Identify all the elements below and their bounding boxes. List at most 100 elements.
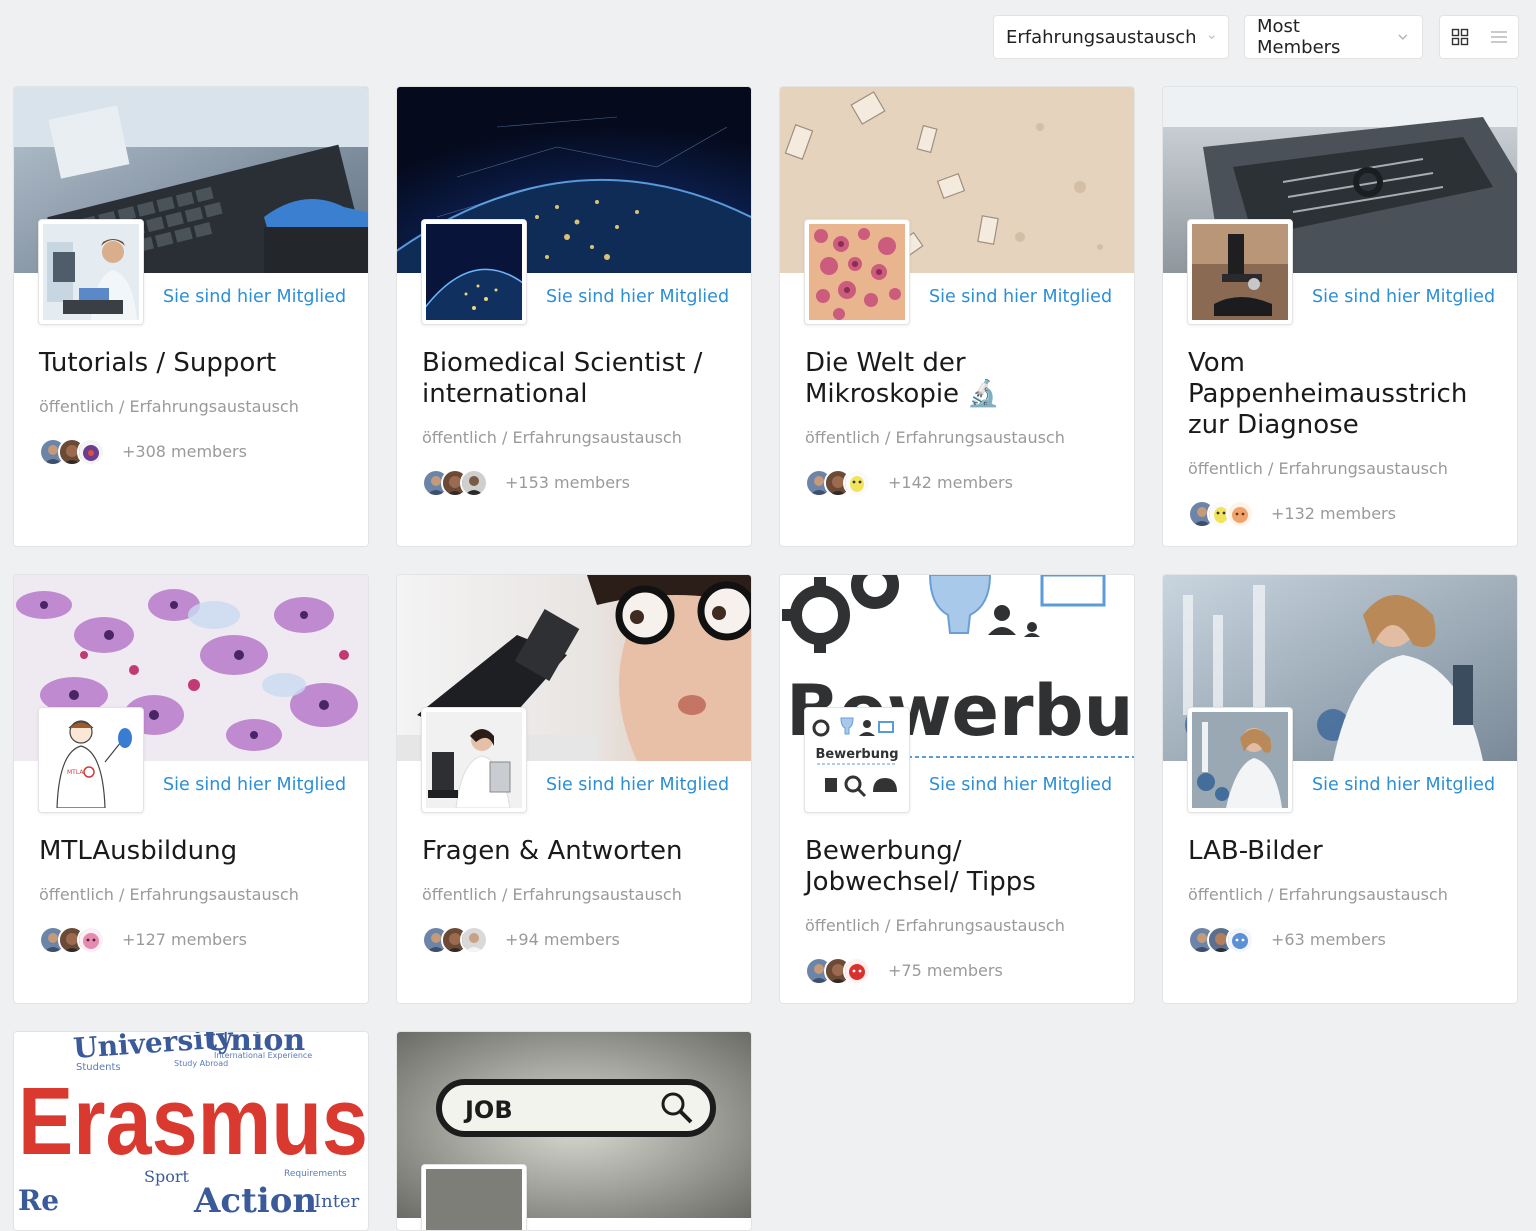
svg-text:MTLA: MTLA [67, 769, 84, 776]
group-title-text[interactable]: Biomedical Scientist / international [422, 348, 702, 409]
member-count: +153 members [505, 473, 630, 492]
group-meta: öffentlich / Erfahrungsaustausch [422, 885, 682, 904]
group-title-text[interactable]: Bewerbung/ Jobwechsel/ Tipps [805, 836, 1036, 897]
view-toggle [1439, 15, 1519, 59]
group-title[interactable]: MTLAusbildung öffentlich / Erfahrungsaus… [39, 836, 349, 955]
group-title-text[interactable]: Tutorials / Support [39, 348, 276, 378]
member-avatars [39, 925, 105, 954]
svg-text:Action: Action [193, 1181, 317, 1218]
group-avatar[interactable] [804, 219, 910, 325]
group-avatar[interactable] [421, 219, 527, 325]
group-filter-bar: Erfahrungsaustausch Most Members [0, 0, 1536, 80]
member-avatar[interactable] [460, 468, 488, 497]
group-members: +308 members [39, 436, 349, 467]
group-members: +153 members [422, 467, 732, 498]
group-card[interactable]: Sie sind hier Mitglied Fragen & Antworte… [396, 574, 752, 1004]
grid-icon [1451, 28, 1468, 46]
member-status-link[interactable]: Sie sind hier Mitglied [929, 287, 1112, 307]
member-count: +308 members [122, 442, 247, 461]
group-avatar[interactable] [421, 1164, 527, 1230]
svg-text:Re: Re [18, 1184, 59, 1217]
grid-view-button[interactable] [1440, 16, 1479, 58]
group-title[interactable]: Die Welt der Mikroskopie 🔬 öffentlich / … [805, 348, 1115, 498]
group-title-text[interactable]: Die Welt der Mikroskopie 🔬 [805, 348, 1000, 409]
group-avatar[interactable] [38, 219, 144, 325]
group-card[interactable]: Sie sind hier Mitglied LAB-Bilder öffent… [1162, 574, 1518, 1004]
group-members: +94 members [422, 924, 732, 955]
group-cover-image[interactable]: University Union Students Study Abroad I… [14, 1032, 368, 1218]
member-count: +127 members [122, 930, 247, 949]
member-avatar[interactable] [843, 468, 871, 497]
list-icon [1490, 31, 1507, 43]
group-avatar[interactable] [1187, 707, 1293, 813]
group-card[interactable]: Sie sind hier Mitglied Die Welt der Mikr… [779, 86, 1135, 547]
svg-text:Sport: Sport [144, 1167, 189, 1186]
group-meta: öffentlich / Erfahrungsaustausch [805, 916, 1065, 935]
member-status-link[interactable]: Sie sind hier Mitglied [163, 287, 346, 307]
cover-text: Erasmus [18, 1068, 368, 1175]
group-title[interactable]: LAB-Bilder öffentlich / Erfahrungsaustau… [1188, 836, 1498, 955]
group-title-text[interactable]: Vom Pappenheimausstrich zur Diagnose [1188, 348, 1467, 440]
group-meta: öffentlich / Erfahrungsaustausch [805, 428, 1065, 447]
cover-text: JOB [463, 1096, 513, 1124]
member-avatars [805, 468, 871, 497]
member-avatar[interactable] [77, 925, 105, 954]
group-card[interactable]: JOB [396, 1031, 752, 1231]
member-status-link[interactable]: Sie sind hier Mitglied [1312, 287, 1495, 307]
group-card[interactable]: Sie sind hier Mitglied Tutorials / Suppo… [13, 86, 369, 547]
member-avatars [39, 437, 105, 466]
group-title[interactable]: Bewerbung/ Jobwechsel/ Tipps öffentlich … [805, 836, 1115, 986]
list-view-button[interactable] [1479, 16, 1518, 58]
member-status-link[interactable]: Sie sind hier Mitglied [546, 287, 729, 307]
member-count: +63 members [1271, 930, 1386, 949]
member-avatars [422, 468, 488, 497]
order-by-dropdown[interactable]: Most Members [1244, 15, 1423, 59]
group-card[interactable]: University Union Students Study Abroad I… [13, 1031, 369, 1231]
group-avatar[interactable]: MTLA [38, 707, 144, 813]
group-meta: öffentlich / Erfahrungsaustausch [1188, 459, 1448, 478]
chevron-down-icon [1398, 34, 1408, 40]
group-meta: öffentlich / Erfahrungsaustausch [422, 428, 682, 447]
member-avatar[interactable] [460, 925, 488, 954]
group-title[interactable]: Vom Pappenheimausstrich zur Diagnose öff… [1188, 348, 1498, 529]
group-avatar[interactable] [421, 707, 527, 813]
member-avatar[interactable] [77, 437, 105, 466]
group-members: +127 members [39, 924, 349, 955]
group-title[interactable]: Fragen & Antworten öffentlich / Erfahrun… [422, 836, 732, 955]
group-title-text[interactable]: MTLAusbildung [39, 836, 237, 866]
group-card[interactable]: Sie sind hier Mitglied Biomedical Scient… [396, 86, 752, 547]
group-title[interactable]: Tutorials / Support öffentlich / Erfahru… [39, 348, 349, 467]
member-avatars [1188, 925, 1254, 954]
group-card[interactable]: Sie sind hier Mitglied Vom Pappenheimaus… [1162, 86, 1518, 547]
member-avatars [805, 956, 871, 985]
member-avatars [422, 925, 488, 954]
member-status-link[interactable]: Sie sind hier Mitglied [929, 775, 1112, 795]
group-members: +142 members [805, 467, 1115, 498]
member-avatar[interactable] [843, 956, 871, 985]
group-card[interactable]: MTLA Sie sind hier Mitglied MTLAusbildun… [13, 574, 369, 1004]
group-members: +63 members [1188, 924, 1498, 955]
group-type-value: Erfahrungsaustausch [1006, 26, 1197, 48]
group-title-text[interactable]: Fragen & Antworten [422, 836, 682, 866]
member-count: +132 members [1271, 504, 1396, 523]
member-status-link[interactable]: Sie sind hier Mitglied [546, 775, 729, 795]
group-card[interactable]: Bewerbung Bewerbung Sie sind hier Mitgli… [779, 574, 1135, 1004]
svg-text:Inter: Inter [314, 1191, 360, 1212]
group-type-dropdown[interactable]: Erfahrungsaustausch [993, 15, 1229, 59]
svg-text:International Experience: International Experience [214, 1051, 312, 1060]
group-avatar[interactable]: Bewerbung [804, 707, 910, 813]
group-avatar[interactable] [1187, 219, 1293, 325]
member-status-link[interactable]: Sie sind hier Mitglied [163, 775, 346, 795]
member-count: +94 members [505, 930, 620, 949]
member-avatar[interactable] [1226, 925, 1254, 954]
order-by-value: Most Members [1257, 16, 1341, 58]
group-title[interactable]: Biomedical Scientist / international öff… [422, 348, 732, 498]
group-title-text[interactable]: LAB-Bilder [1188, 836, 1323, 866]
group-members: +75 members [805, 955, 1115, 986]
member-avatar[interactable] [1226, 499, 1254, 528]
group-meta: öffentlich / Erfahrungsaustausch [39, 397, 299, 416]
member-avatars [1188, 499, 1254, 528]
member-status-link[interactable]: Sie sind hier Mitglied [1312, 775, 1495, 795]
group-members: +132 members [1188, 498, 1498, 529]
avatar-text: Bewerbung [815, 747, 898, 762]
